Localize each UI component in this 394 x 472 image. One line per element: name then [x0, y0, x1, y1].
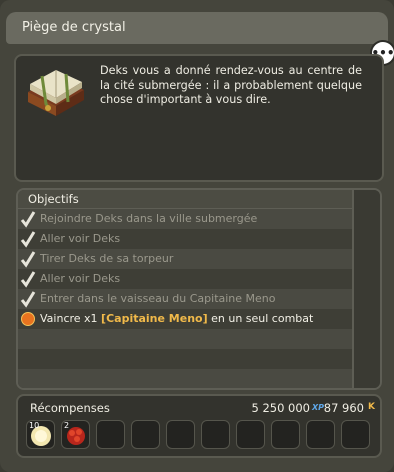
quest-title: Piège de crystal	[22, 20, 126, 35]
objective-text: Rejoindre Deks dans la ville submergée	[40, 212, 258, 225]
objective-suffix: en un seul combat	[211, 312, 314, 325]
reward-slot[interactable]: 10	[26, 420, 55, 449]
objective-prefix: Vaincre x1	[40, 312, 98, 325]
reward-quantity: 2	[64, 421, 70, 430]
reward-slot-empty	[271, 420, 300, 449]
checkmark-icon	[20, 211, 36, 228]
quest-description-box: Deks vous a donné rendez-vous au centre …	[14, 54, 384, 182]
reward-slot-empty	[96, 420, 125, 449]
objective-text-active: Vaincre x1 [Capitaine Meno] en un seul c…	[40, 312, 313, 325]
boss-link[interactable]: [Capitaine Meno]	[101, 312, 208, 325]
objective-text: Aller voir Deks	[40, 272, 121, 285]
rewards-kamas: 87 960	[323, 401, 364, 415]
objective-row: Entrer dans le vaisseau du Capitaine Men…	[18, 289, 352, 309]
objective-row: Aller voir Deks	[18, 269, 352, 289]
reward-slot-empty	[201, 420, 230, 449]
objective-row-empty	[18, 329, 352, 349]
objective-row: Tirer Deks de sa torpeur	[18, 249, 352, 269]
title-bar: Piège de crystal	[6, 12, 388, 44]
objective-row: Aller voir Deks	[18, 229, 352, 249]
checkmark-icon	[20, 271, 36, 288]
quest-description-text: Deks vous a donné rendez-vous au centre …	[100, 64, 362, 107]
reward-slot-empty	[166, 420, 195, 449]
quest-panel: Piège de crystal ••• Deks vous a donné r…	[0, 0, 394, 472]
objectives-box: Objectifs Rejoindre Deks dans la ville s…	[16, 188, 382, 390]
active-objective-icon	[21, 312, 35, 326]
objective-text: Aller voir Deks	[40, 232, 121, 245]
objectives-scrollbar[interactable]	[352, 190, 380, 388]
reward-slot-empty	[306, 420, 335, 449]
objective-text: Entrer dans le vaisseau du Capitaine Men…	[40, 292, 276, 305]
reward-slot-empty	[341, 420, 370, 449]
reward-slot[interactable]: 2	[61, 420, 90, 449]
objectives-header-label: Objectifs	[28, 192, 79, 206]
book-icon	[28, 70, 84, 116]
objective-row-empty	[18, 369, 352, 388]
reward-slot-empty	[236, 420, 265, 449]
checkmark-icon	[20, 231, 36, 248]
rewards-xp: 5 250 000	[251, 401, 310, 415]
reward-slot-empty	[131, 420, 160, 449]
objective-row-empty	[18, 349, 352, 369]
xp-unit: XP	[311, 403, 324, 412]
reward-quantity: 10	[29, 421, 40, 430]
rewards-label: Récompenses	[30, 401, 110, 415]
checkmark-icon	[20, 291, 36, 308]
objective-row-active[interactable]: Vaincre x1 [Capitaine Meno] en un seul c…	[18, 309, 352, 329]
rewards-box: Récompenses 5 250 000 XP 87 960 K 10 2	[16, 394, 382, 458]
checkmark-icon	[20, 251, 36, 268]
objective-text: Tirer Deks de sa torpeur	[40, 252, 174, 265]
kamas-icon: K	[368, 402, 375, 412]
objectives-header: Objectifs	[18, 190, 352, 209]
objective-row: Rejoindre Deks dans la ville submergée	[18, 209, 352, 229]
